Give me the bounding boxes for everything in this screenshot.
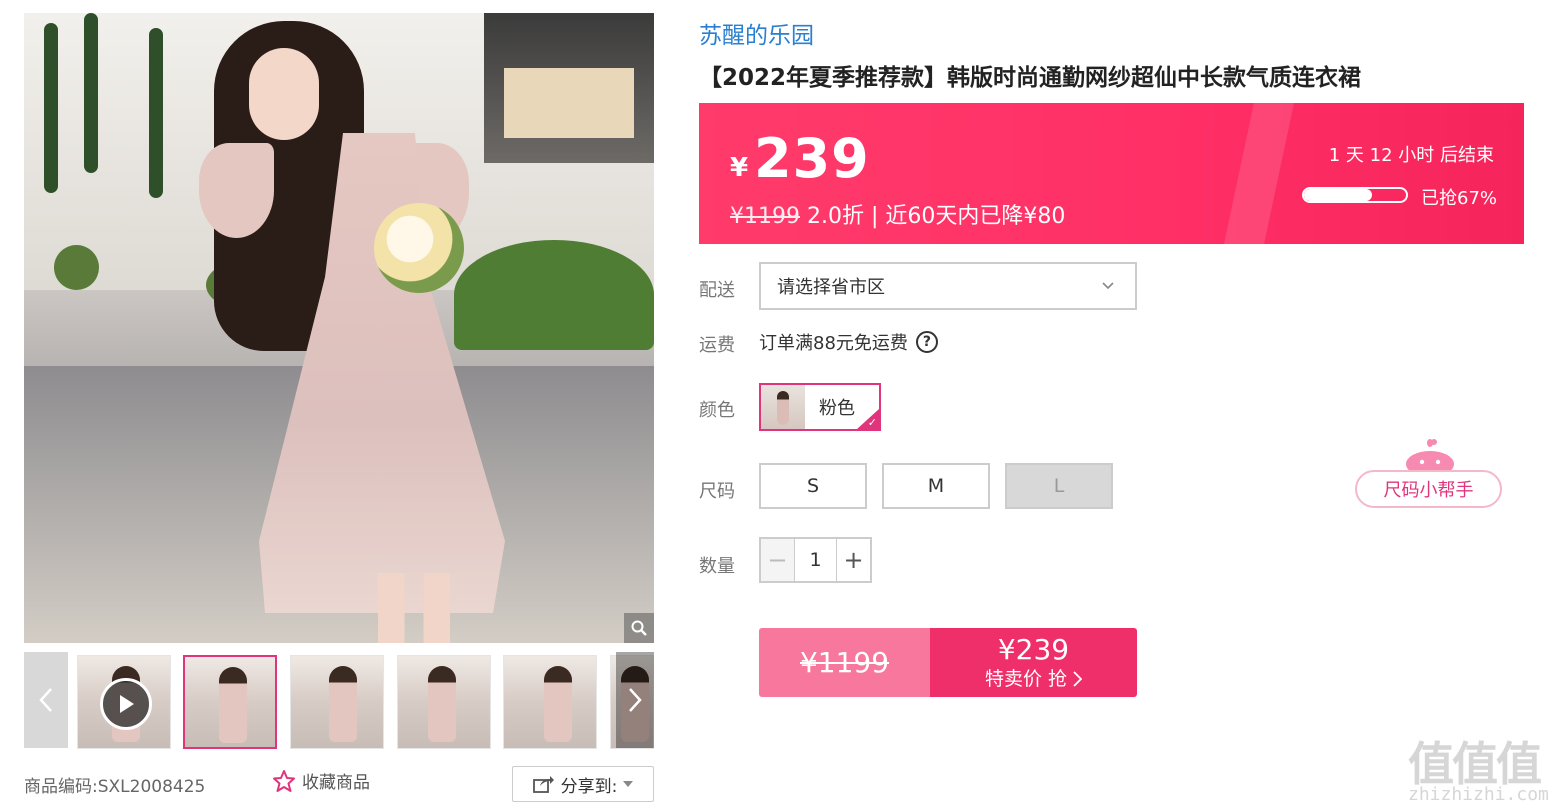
delivery-label: 配送 [699,280,735,301]
check-icon: ✓ [867,416,877,429]
size-helper-button[interactable]: 尺码小帮手 [1355,470,1502,508]
mascot-icon [1400,438,1460,477]
image-bg-window-light [504,68,634,138]
image-bg-hedge [454,239,654,350]
buy-sale-price: ¥239 [997,632,1070,666]
image-bg-cactus [44,23,58,193]
star-outline-icon [273,769,295,792]
quantity-label: 数量 [699,556,735,577]
sold-progress-bar [1302,187,1408,203]
shipping-label: 运费 [699,335,735,356]
price-subline: ¥1199 2.0折 | 近60天内已降¥80 [730,198,1065,230]
shipping-info: 订单满88元免运费 ? [759,329,938,355]
favorite-label: 收藏商品 [302,773,370,793]
quantity-stepper: − 1 + [759,537,872,583]
sku-text: 商品编码:SXL2008425 [24,772,205,797]
product-meta-row: 商品编码:SXL2008425 收藏商品 分享到: [24,766,654,802]
buy-original-price: ¥1199 [759,628,930,697]
color-label: 颜色 [699,400,735,421]
size-option-s[interactable]: S [759,463,867,509]
quantity-input[interactable]: 1 [795,539,836,581]
buy-action-row: 特卖价 抢 [984,666,1083,692]
watermark-url: zhizhizhi.com [1408,784,1549,805]
product-title: 【2022年夏季推荐款】韩版时尚通勤网纱超仙中长款气质连衣裙 [699,65,1362,91]
question-circle-icon[interactable]: ? [915,331,938,353]
favorite-button[interactable]: 收藏商品 [272,768,370,793]
store-name-link[interactable]: 苏醒的乐园 [699,16,814,50]
model-sleeve [199,143,274,238]
play-icon[interactable] [100,678,152,730]
thumbnail-figure [428,666,456,742]
chevron-down-icon [1102,282,1114,290]
original-price: ¥1199 [730,204,800,229]
thumbnail-video[interactable] [77,655,171,749]
thumbnail-figure [219,667,247,743]
image-bg-cactus [84,13,98,173]
size-option-l[interactable]: L [1005,463,1113,509]
buy-now-button[interactable]: ¥1199 ¥239 特卖价 抢 [759,628,1137,697]
share-button[interactable]: 分享到: [512,766,654,802]
main-product-image[interactable] [24,13,654,643]
size-label: 尺码 [699,481,735,502]
sold-progress-fill [1304,189,1373,201]
region-select-value: 请选择省市区 [777,277,885,298]
model-face [249,48,319,140]
buy-action: ¥239 特卖价 抢 [930,628,1137,697]
thumbnail-image[interactable] [503,655,597,749]
chevron-right-icon [1073,670,1083,687]
share-label: 分享到: [560,776,618,797]
sku-label: 商品编码: [24,777,98,797]
quantity-decrement-button[interactable]: − [761,539,795,581]
thumbnail-image[interactable] [183,655,277,749]
buy-action-label: 特卖价 抢 [984,667,1068,690]
watermark: 值值值 zhizhizhi.com [1408,728,1558,806]
thumbnail-strip [24,652,654,749]
model-legs [354,573,474,643]
thumbnail-image[interactable] [397,655,491,749]
sale-price: 239 [754,127,870,190]
price-banner: ¥ 239 ¥1199 2.0折 | 近60天内已降¥80 1 天 12 小时 … [699,103,1524,244]
color-option-label: 粉色 [819,398,855,419]
chevron-down-icon [623,781,634,787]
magnifier-icon[interactable] [624,613,654,643]
color-option-pink[interactable]: 粉色 ✓ [759,383,881,431]
price-banner-stripe [1224,103,1294,244]
thumbnail-image[interactable] [290,655,384,749]
model-flowers [374,203,464,293]
sold-progress-text: 已抢67% [1421,188,1498,209]
countdown-text: 1 天 12 小时 后结束 [1328,145,1494,166]
size-option-m[interactable]: M [882,463,990,509]
region-select[interactable]: 请选择省市区 [759,262,1137,310]
shipping-text: 订单满88元免运费 [759,333,908,354]
image-bg-cactus [149,28,163,198]
chevron-left-icon[interactable] [24,652,68,748]
quantity-increment-button[interactable]: + [836,539,870,581]
chevron-right-icon[interactable] [616,652,654,748]
share-icon [532,776,554,793]
image-bg-ball-cactus [54,245,99,290]
thumbnail-figure [544,666,572,742]
thumbnail-figure [329,666,357,742]
color-swatch-image [761,385,805,429]
sku-value: SXL2008425 [97,777,206,797]
discount-text: 2.0折 | 近60天内已降¥80 [807,204,1066,229]
currency-symbol: ¥ [730,153,749,183]
